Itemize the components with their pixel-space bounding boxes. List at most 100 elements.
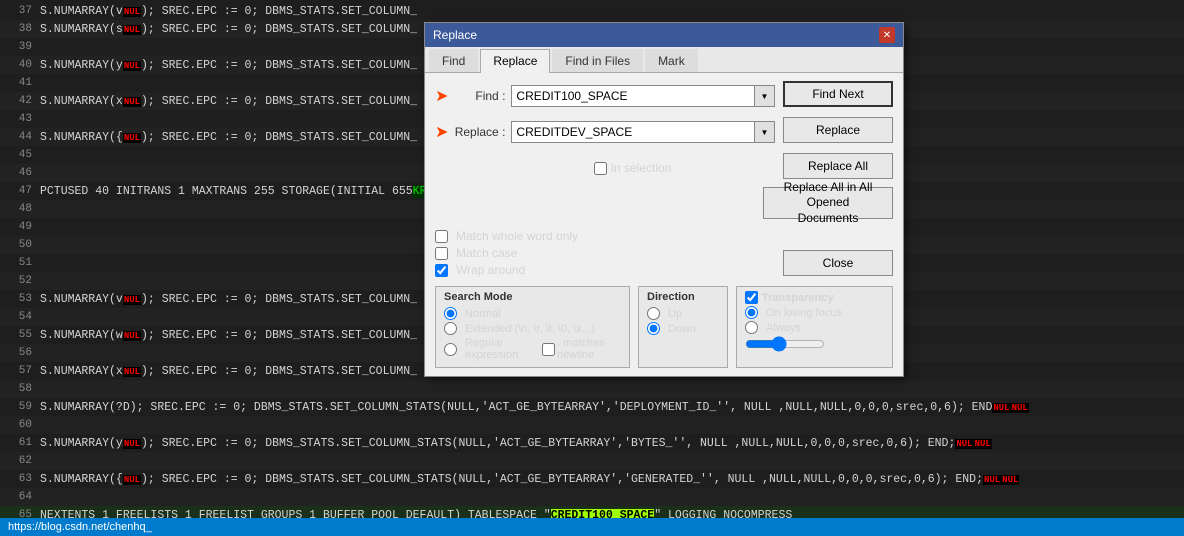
tab-find-in-files[interactable]: Find in Files (552, 49, 643, 72)
replace-with-dropdown[interactable]: ▼ (755, 121, 775, 143)
in-selection-container: In selection (490, 153, 775, 183)
replace-arrow-icon: ➤ (435, 122, 448, 142)
line-number: 59 (4, 401, 32, 413)
line-number: 40 (4, 59, 32, 71)
tab-find[interactable]: Find (429, 49, 478, 72)
find-what-dropdown[interactable]: ▼ (755, 85, 775, 107)
matches-newline-checkbox[interactable] (542, 343, 555, 356)
direction-up-label: Up (668, 308, 682, 320)
match-case-row: Match case (435, 246, 775, 260)
line-number: 50 (4, 239, 32, 251)
line-number: 41 (4, 77, 32, 89)
transparency-label: Transparency (762, 292, 834, 304)
replace-button[interactable]: Replace (783, 117, 893, 143)
direction-down-row: Down (647, 322, 719, 335)
close-button[interactable]: Close (783, 250, 893, 276)
direction-up-radio[interactable] (647, 307, 660, 320)
direction-down-label: Down (668, 323, 696, 335)
line-number: 64 (4, 491, 32, 503)
line-number: 55 (4, 329, 32, 341)
status-text: https://blog.csdn.net/chenhq_ (8, 521, 152, 533)
replace-all-opened-button[interactable]: Replace All in All Opened Documents (763, 187, 893, 219)
transparency-box: Transparency On losing focus Always (736, 286, 893, 368)
direction-down-radio[interactable] (647, 322, 660, 335)
code-line: 58 (0, 380, 1184, 398)
replace-buttons: Replace (783, 117, 893, 147)
transparency-slider[interactable] (745, 336, 825, 352)
code-editor: 37S.NUMARRAY(vNUL); SREC.EPC := 0; DBMS_… (0, 0, 1184, 536)
line-number: 39 (4, 41, 32, 53)
line-number: 57 (4, 365, 32, 377)
line-number: 51 (4, 257, 32, 269)
transparency-checkbox[interactable] (745, 291, 758, 304)
line-number: 56 (4, 347, 32, 359)
transparency-losing-focus-row: On losing focus (745, 306, 884, 319)
find-what-input[interactable] (511, 85, 755, 107)
search-regex-label: Regular expression (465, 337, 534, 361)
match-whole-word-row: Match whole word only (435, 229, 775, 243)
search-extended-row: Extended (\n, \r, \t, \0, \x...) (444, 322, 621, 335)
line-number: 44 (4, 131, 32, 143)
search-extended-radio[interactable] (444, 322, 457, 335)
replace-dialog[interactable]: Replace ✕ Find Replace Find in Files Mar… (424, 22, 904, 377)
close-button-container: Close (783, 229, 893, 280)
dialog-tabs: Find Replace Find in Files Mark (425, 47, 903, 73)
match-whole-word-checkbox[interactable] (435, 230, 448, 243)
wrap-around-row: Wrap around (435, 263, 775, 277)
line-number: 53 (4, 293, 32, 305)
line-number: 63 (4, 473, 32, 485)
find-next-button[interactable]: Find Next (783, 81, 893, 107)
checkboxes-left: Match whole word only Match case Wrap ar… (435, 229, 775, 280)
code-line: 37S.NUMARRAY(vNUL); SREC.EPC := 0; DBMS_… (0, 2, 1184, 20)
tab-replace[interactable]: Replace (480, 49, 550, 73)
line-number: 60 (4, 419, 32, 431)
transparency-always-radio[interactable] (745, 321, 758, 334)
line-number: 37 (4, 5, 32, 17)
dialog-close-button[interactable]: ✕ (879, 27, 895, 43)
in-selection-checkbox[interactable] (594, 162, 607, 175)
replace-with-label: Replace : (450, 125, 505, 139)
search-normal-radio[interactable] (444, 307, 457, 320)
find-arrow-icon: ➤ (435, 86, 448, 106)
transparency-checkbox-row: Transparency (745, 291, 884, 304)
transparency-losing-focus-radio[interactable] (745, 306, 758, 319)
line-number: 42 (4, 95, 32, 107)
direction-title: Direction (647, 291, 719, 303)
line-number: 48 (4, 203, 32, 215)
wrap-around-label: Wrap around (456, 263, 525, 277)
match-case-checkbox[interactable] (435, 247, 448, 260)
line-number: 46 (4, 167, 32, 179)
line-number: 58 (4, 383, 32, 395)
checkboxes-section: Match whole word only Match case Wrap ar… (435, 229, 893, 280)
replace-all-container: Replace All (783, 153, 893, 183)
find-what-label: Find : (450, 89, 505, 103)
match-whole-word-label: Match whole word only (456, 229, 578, 243)
in-selection-label: In selection (611, 161, 672, 175)
replace-all-button[interactable]: Replace All (783, 153, 893, 179)
replace-with-input[interactable] (511, 121, 755, 143)
code-line: 62 (0, 452, 1184, 470)
in-selection-row: In selection Replace All (435, 153, 893, 183)
search-mode-box: Search Mode Normal Extended (\n, \r, \t,… (435, 286, 630, 368)
line-number: 52 (4, 275, 32, 287)
status-bar: https://blog.csdn.net/chenhq_ (0, 518, 1184, 536)
wrap-around-checkbox[interactable] (435, 264, 448, 277)
search-regex-radio[interactable] (444, 343, 457, 356)
line-number: 62 (4, 455, 32, 467)
modes-section: Search Mode Normal Extended (\n, \r, \t,… (435, 286, 893, 368)
matches-newline-label: . matches newline (557, 337, 621, 361)
search-regex-row: Regular expression . matches newline (444, 337, 621, 361)
replace-with-row: ➤ Replace : ▼ Replace (435, 117, 893, 147)
code-line: 64 (0, 488, 1184, 506)
search-normal-label: Normal (465, 308, 500, 320)
direction-box: Direction Up Down (638, 286, 728, 368)
replace-with-combo: ▼ (511, 121, 775, 143)
transparency-slider-container (745, 336, 884, 352)
line-number: 61 (4, 437, 32, 449)
dialog-title: Replace (433, 28, 477, 42)
code-line: 60 (0, 416, 1184, 434)
find-buttons: Find Next (783, 81, 893, 111)
line-number: 47 (4, 185, 32, 197)
search-normal-row: Normal (444, 307, 621, 320)
tab-mark[interactable]: Mark (645, 49, 698, 72)
